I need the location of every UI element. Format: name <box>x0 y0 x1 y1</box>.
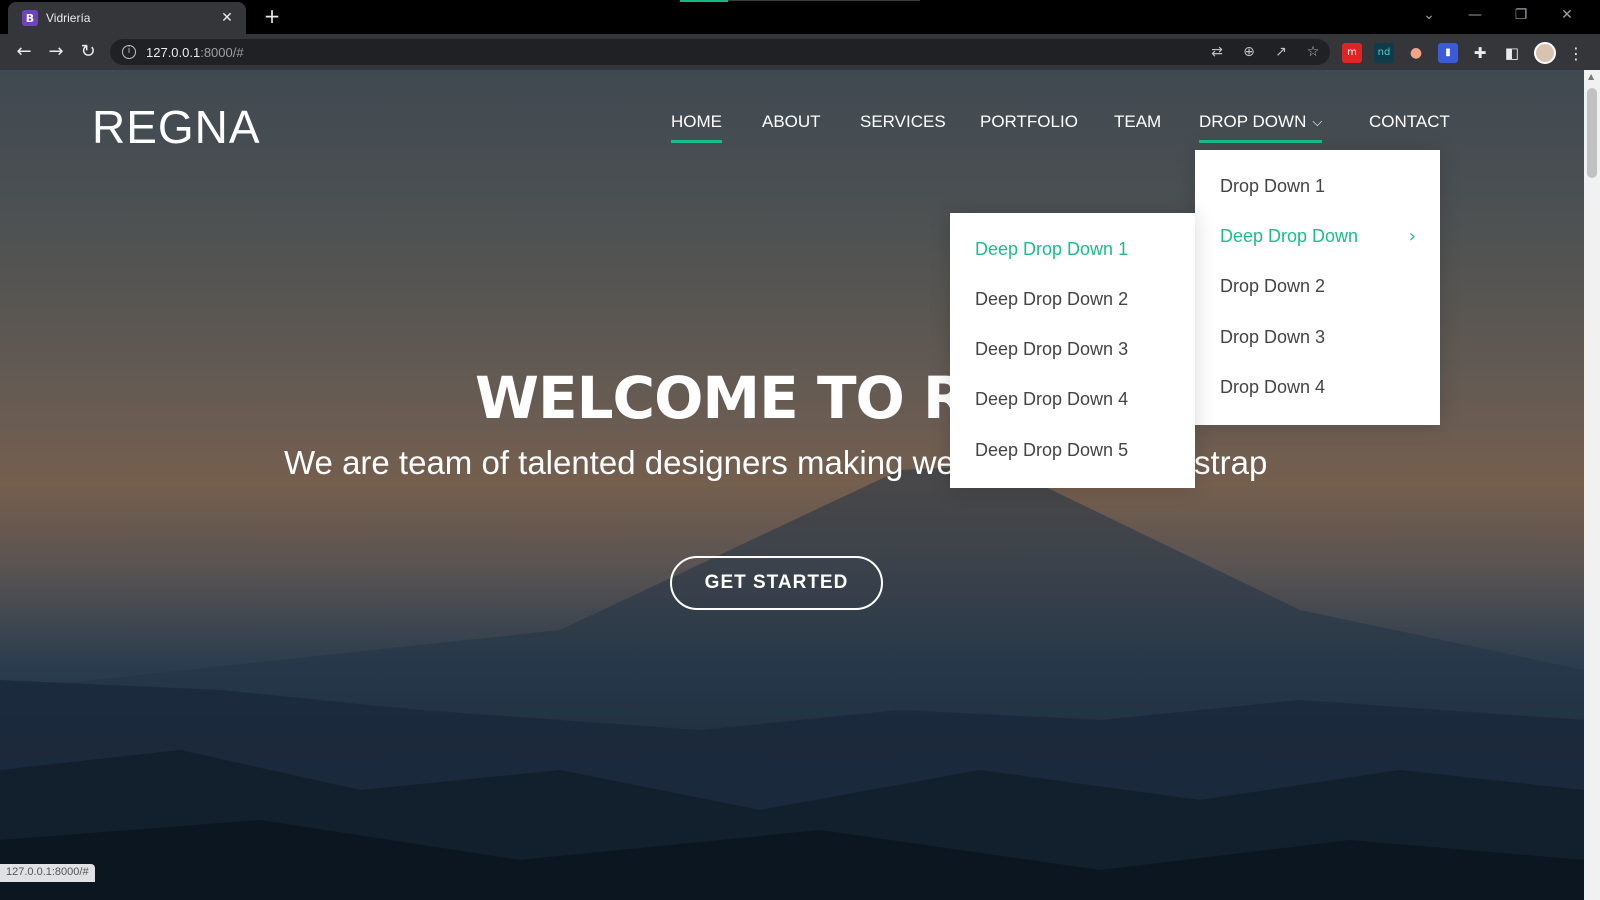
extension-blue-icon[interactable]: ▮ <box>1438 43 1458 63</box>
close-tab-icon[interactable]: ✕ <box>218 10 236 26</box>
window-controls: ⌄ — ❐ ✕ <box>1406 4 1590 26</box>
scroll-up-icon[interactable]: ▲ <box>1588 72 1594 81</box>
site-logo[interactable]: REGNA <box>92 100 261 154</box>
dropdown-item-deep[interactable]: Deep Drop Down <box>1220 226 1415 247</box>
profile-avatar[interactable] <box>1534 42 1556 64</box>
extension-teal-icon[interactable]: nd <box>1374 43 1394 63</box>
dropdown-item[interactable]: Drop Down 1 <box>1220 176 1325 197</box>
deep-dropdown-item[interactable]: Deep Drop Down 1 <box>975 239 1128 260</box>
dropdown-item[interactable]: Drop Down 4 <box>1220 377 1325 398</box>
deep-dropdown-item[interactable]: Deep Drop Down 2 <box>975 289 1128 310</box>
nav-contact[interactable]: CONTACT <box>1369 112 1450 140</box>
extensions-area: m nd ● ▮ ✚ ◧ ⋮ <box>1342 42 1584 64</box>
hero-title: WELCOME TO RE <box>475 364 1006 432</box>
link-status-bubble: 127.0.0.1:8000/# <box>0 864 95 882</box>
close-window-icon[interactable]: ✕ <box>1544 4 1590 26</box>
nav-about[interactable]: ABOUT <box>762 112 821 140</box>
loading-indicator <box>680 0 728 2</box>
deep-dropdown-menu: Deep Drop Down 1 Deep Drop Down 2 Deep D… <box>950 213 1195 488</box>
extension-red-icon[interactable]: m <box>1342 43 1362 63</box>
hero-subtitle-tail: strap <box>1194 444 1268 481</box>
zoom-icon[interactable]: ⊕ <box>1240 43 1258 61</box>
dropdown-item[interactable]: Drop Down 3 <box>1220 327 1325 348</box>
url-path: :8000/# <box>200 44 244 60</box>
dropdown-item-deep-label: Deep Drop Down <box>1220 226 1359 246</box>
minimize-icon[interactable]: — <box>1452 4 1498 26</box>
dropdown-menu: Drop Down 1 Deep Drop Down › Drop Down 2… <box>1195 150 1440 425</box>
page-scrollbar[interactable]: ▲ <box>1584 70 1600 900</box>
page-viewport: REGNA HOME ABOUT SERVICES PORTFOLIO TEAM… <box>0 70 1584 900</box>
address-bar[interactable]: i 127.0.0.1:8000/# ⇄ ⊕ ↗ ☆ <box>110 39 1330 65</box>
forward-icon[interactable]: → <box>44 40 68 64</box>
new-tab-icon[interactable]: + <box>262 6 282 28</box>
browser-menu-icon[interactable]: ⋮ <box>1568 44 1584 63</box>
side-panel-icon[interactable]: ◧ <box>1502 43 1522 63</box>
nav-services[interactable]: SERVICES <box>860 112 946 140</box>
deep-dropdown-item[interactable]: Deep Drop Down 4 <box>975 389 1128 410</box>
nav-home[interactable]: HOME <box>671 112 722 143</box>
nav-dropdown[interactable]: DROP DOWN ⌵ <box>1199 112 1323 143</box>
deep-dropdown-item[interactable]: Deep Drop Down 3 <box>975 339 1128 360</box>
translate-icon[interactable]: ⇄ <box>1208 43 1226 61</box>
dropdown-item[interactable]: Drop Down 2 <box>1220 276 1325 297</box>
bootstrap-favicon-icon: B <box>22 10 38 26</box>
nav-dropdown-label: DROP DOWN <box>1199 112 1307 131</box>
share-icon[interactable]: ↗ <box>1272 43 1290 61</box>
deep-dropdown-item[interactable]: Deep Drop Down 5 <box>975 440 1128 461</box>
omnibox-actions: ⇄ ⊕ ↗ ☆ <box>1208 43 1322 61</box>
hero-subtitle: We are team of talented designers making… <box>284 444 955 481</box>
address-url: 127.0.0.1:8000/# <box>146 45 244 60</box>
nav-portfolio[interactable]: PORTFOLIO <box>980 112 1078 140</box>
browser-toolbar: ← → ↻ i 127.0.0.1:8000/# ⇄ ⊕ ↗ ☆ m nd ● … <box>0 34 1600 70</box>
back-icon[interactable]: ← <box>12 40 36 64</box>
browser-tab[interactable]: B Vidriería ✕ <box>8 2 246 34</box>
tab-title: Vidriería <box>46 11 91 25</box>
extensions-puzzle-icon[interactable]: ✚ <box>1470 43 1490 63</box>
chevron-right-icon: › <box>1408 226 1416 247</box>
bookmark-star-icon[interactable]: ☆ <box>1304 43 1322 61</box>
tab-search-icon[interactable]: ⌄ <box>1406 4 1452 26</box>
nav-team[interactable]: TEAM <box>1114 112 1161 140</box>
url-host: 127.0.0.1 <box>146 44 201 60</box>
site-info-icon[interactable]: i <box>122 45 136 59</box>
extension-octopus-icon[interactable]: ● <box>1406 43 1426 63</box>
browser-tab-strip: B Vidriería ✕ + ⌄ — ❐ ✕ <box>0 0 1600 34</box>
restore-icon[interactable]: ❐ <box>1498 4 1544 26</box>
chevron-down-icon: ⌵ <box>1312 114 1323 129</box>
get-started-button[interactable]: GET STARTED <box>670 556 883 610</box>
scrollbar-thumb[interactable] <box>1587 88 1597 178</box>
reload-icon[interactable]: ↻ <box>76 40 100 64</box>
